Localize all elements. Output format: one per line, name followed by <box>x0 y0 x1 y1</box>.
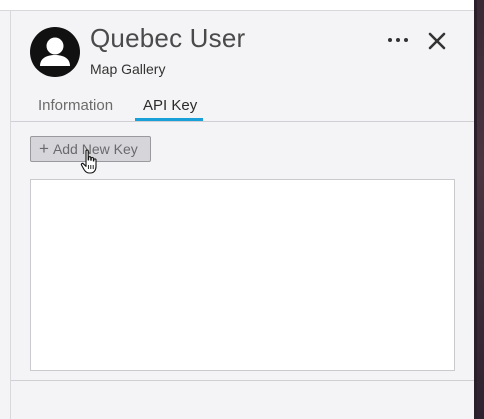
user-subtitle: Map Gallery <box>90 61 166 77</box>
add-new-key-label: Add New Key <box>52 141 138 157</box>
footer-divider <box>11 380 474 381</box>
api-key-list <box>30 179 455 371</box>
avatar <box>30 27 80 77</box>
plus-icon: + <box>39 138 49 158</box>
active-tab-indicator <box>135 118 203 121</box>
add-new-key-button[interactable]: + Add New Key <box>30 136 151 162</box>
top-strip <box>0 0 474 11</box>
close-icon <box>428 32 446 50</box>
page: Quebec User Map Gallery Information API … <box>0 0 484 419</box>
background-map-edge <box>474 0 484 419</box>
tab-information[interactable]: Information <box>38 97 113 114</box>
more-options-button[interactable] <box>385 29 411 51</box>
user-panel: Quebec User Map Gallery Information API … <box>11 11 474 419</box>
close-button[interactable] <box>425 29 449 53</box>
tab-bar: Information API Key <box>11 91 474 122</box>
tab-api-key[interactable]: API Key <box>143 97 197 114</box>
person-icon <box>40 37 70 66</box>
ellipsis-icon <box>388 38 408 42</box>
user-name: Quebec User <box>90 23 246 53</box>
